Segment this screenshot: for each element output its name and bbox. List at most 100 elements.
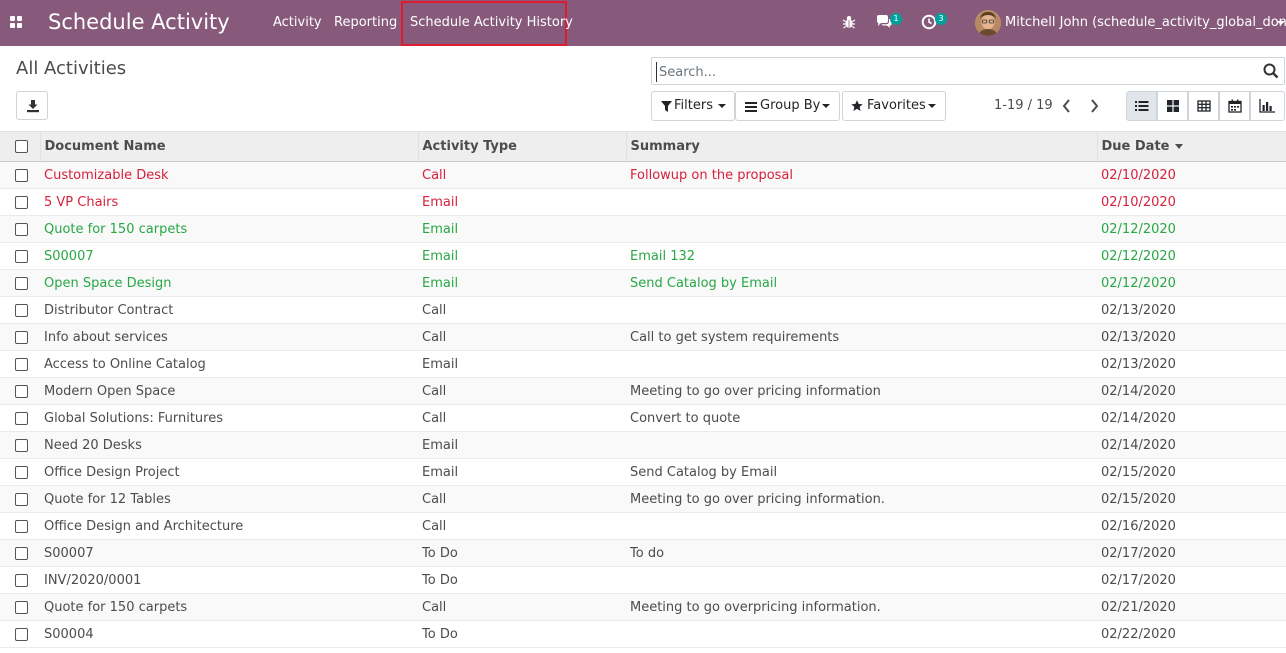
document-name-cell[interactable]: INV/2020/0001: [40, 567, 418, 594]
table-row[interactable]: Modern Open Space Call Meeting to go over …: [0, 377, 1286, 405]
due-date-cell[interactable]: 02/17/2020: [1097, 540, 1286, 567]
activity-type-cell[interactable]: Email: [418, 243, 626, 270]
activity-type-cell[interactable]: Call: [418, 486, 626, 513]
chevron-left-icon[interactable]: [1058, 97, 1076, 115]
summary-cell[interactable]: [626, 189, 1097, 216]
row-checkbox[interactable]: [15, 438, 28, 452]
activity-type-cell[interactable]: Email: [418, 459, 626, 486]
due-date-cell[interactable]: 02/12/2020: [1097, 270, 1286, 297]
due-date-cell[interactable]: 02/10/2020: [1097, 189, 1286, 216]
column-header-activity-type[interactable]: Activity Type: [418, 131, 627, 162]
summary-cell[interactable]: To do: [626, 540, 1097, 567]
activity-type-cell[interactable]: Call: [418, 162, 626, 189]
row-checkbox[interactable]: [15, 492, 28, 506]
kanban-view-button[interactable]: [1157, 91, 1188, 121]
column-header-summary[interactable]: Summary: [626, 131, 1098, 162]
summary-cell[interactable]: Send Catalog by Email: [626, 459, 1097, 486]
row-checkbox[interactable]: [15, 519, 28, 533]
row-checkbox[interactable]: [15, 384, 28, 398]
app-title[interactable]: Schedule Activity: [48, 9, 230, 35]
menu-reporting[interactable]: Reporting: [334, 0, 397, 46]
filters-button[interactable]: Filters: [651, 91, 735, 121]
document-name-cell[interactable]: 5 VP Chairs: [40, 189, 418, 216]
apps-grid-icon[interactable]: [10, 16, 23, 29]
calendar-view-button[interactable]: [1219, 91, 1250, 121]
table-row[interactable]: S00004 To Do 02/22/2020: [0, 621, 1286, 648]
row-checkbox[interactable]: [15, 411, 28, 425]
chevron-right-icon[interactable]: [1085, 97, 1103, 115]
search-input[interactable]: [656, 62, 1246, 82]
document-name-cell[interactable]: S00004: [40, 621, 418, 648]
table-row[interactable]: Office Design Project Email Send Catalog b…: [0, 459, 1286, 486]
pivot-view-button[interactable]: [1188, 91, 1219, 121]
document-name-cell[interactable]: Info about services: [40, 324, 418, 351]
export-button[interactable]: [16, 91, 48, 120]
summary-cell[interactable]: [626, 432, 1097, 459]
document-name-cell[interactable]: Quote for 150 carpets: [40, 594, 418, 621]
document-name-cell[interactable]: Need 20 Desks: [40, 432, 418, 459]
document-name-cell[interactable]: Office Design Project: [40, 459, 418, 486]
table-row[interactable]: 5 VP Chairs Email 02/10/2020: [0, 189, 1286, 216]
activity-type-cell[interactable]: To Do: [418, 621, 626, 648]
activity-type-cell[interactable]: Call: [418, 378, 626, 405]
summary-cell[interactable]: Call to get system requirements: [626, 324, 1097, 351]
due-date-cell[interactable]: 02/10/2020: [1097, 162, 1286, 189]
activity-type-cell[interactable]: Email: [418, 432, 626, 459]
column-header-document-name[interactable]: Document Name: [40, 131, 419, 162]
row-checkbox[interactable]: [15, 303, 28, 317]
summary-cell[interactable]: [626, 621, 1097, 648]
avatar[interactable]: [975, 10, 1001, 36]
summary-cell[interactable]: [626, 513, 1097, 540]
due-date-cell[interactable]: 02/13/2020: [1097, 297, 1286, 324]
row-checkbox[interactable]: [15, 195, 28, 209]
document-name-cell[interactable]: Open Space Design: [40, 270, 418, 297]
table-row[interactable]: Distributor Contract Call 02/13/2020: [0, 297, 1286, 324]
due-date-cell[interactable]: 02/14/2020: [1097, 432, 1286, 459]
summary-cell[interactable]: Meeting to go over pricing information.: [626, 486, 1097, 513]
table-row[interactable]: Open Space Design Email Send Catalog by Em…: [0, 269, 1286, 297]
column-header-due-date[interactable]: Due Date: [1097, 131, 1286, 162]
list-view-button[interactable]: [1126, 91, 1157, 121]
pager-value[interactable]: 1-19 / 19: [994, 96, 1053, 116]
select-all-checkbox[interactable]: [15, 140, 28, 153]
user-name[interactable]: Mitchell John (schedule_activity_global_…: [1005, 0, 1286, 46]
activity-type-cell[interactable]: Call: [418, 405, 626, 432]
document-name-cell[interactable]: Quote for 150 carpets: [40, 216, 418, 243]
summary-cell[interactable]: Email 132: [626, 243, 1097, 270]
due-date-cell[interactable]: 02/13/2020: [1097, 324, 1286, 351]
table-row[interactable]: Quote for 150 carpets Email 02/12/2020: [0, 215, 1286, 243]
graph-view-button[interactable]: [1250, 91, 1285, 121]
summary-cell[interactable]: Meeting to go overpricing information.: [626, 594, 1097, 621]
table-row[interactable]: Office Design and Architecture Call 02/16/…: [0, 513, 1286, 540]
activity-type-cell[interactable]: Email: [418, 270, 626, 297]
row-checkbox[interactable]: [15, 357, 28, 371]
activity-type-cell[interactable]: To Do: [418, 567, 626, 594]
row-checkbox[interactable]: [15, 627, 28, 641]
due-date-cell[interactable]: 02/13/2020: [1097, 351, 1286, 378]
search-icon[interactable]: [1263, 63, 1279, 79]
document-name-cell[interactable]: S00007: [40, 540, 418, 567]
row-checkbox[interactable]: [15, 600, 28, 614]
row-checkbox[interactable]: [15, 330, 28, 344]
activity-type-cell[interactable]: Call: [418, 324, 626, 351]
table-row[interactable]: Quote for 150 carpets Call Meeting to go o…: [0, 593, 1286, 621]
row-checkbox[interactable]: [15, 222, 28, 236]
table-row[interactable]: Global Solutions: Furnitures Call Convert …: [0, 405, 1286, 432]
row-checkbox[interactable]: [15, 276, 28, 290]
row-checkbox[interactable]: [15, 546, 28, 560]
row-checkbox[interactable]: [15, 573, 28, 587]
summary-cell[interactable]: Followup on the proposal: [626, 162, 1097, 189]
document-name-cell[interactable]: Global Solutions: Furnitures: [40, 405, 418, 432]
due-date-cell[interactable]: 02/15/2020: [1097, 459, 1286, 486]
summary-cell[interactable]: Meeting to go over pricing information: [626, 378, 1097, 405]
table-row[interactable]: S00007 Email Email 132 02/12/2020: [0, 243, 1286, 270]
summary-cell[interactable]: Convert to quote: [626, 405, 1097, 432]
document-name-cell[interactable]: Office Design and Architecture: [40, 513, 418, 540]
table-row[interactable]: Quote for 12 Tables Call Meeting to go ove…: [0, 485, 1286, 513]
summary-cell[interactable]: [626, 567, 1097, 594]
menu-activity[interactable]: Activity: [273, 0, 322, 46]
due-date-cell[interactable]: 02/21/2020: [1097, 594, 1286, 621]
menu-schedule-activity-history[interactable]: Schedule Activity History: [410, 0, 573, 46]
table-row[interactable]: INV/2020/0001 To Do 02/17/2020: [0, 567, 1286, 594]
row-checkbox[interactable]: [15, 168, 28, 182]
